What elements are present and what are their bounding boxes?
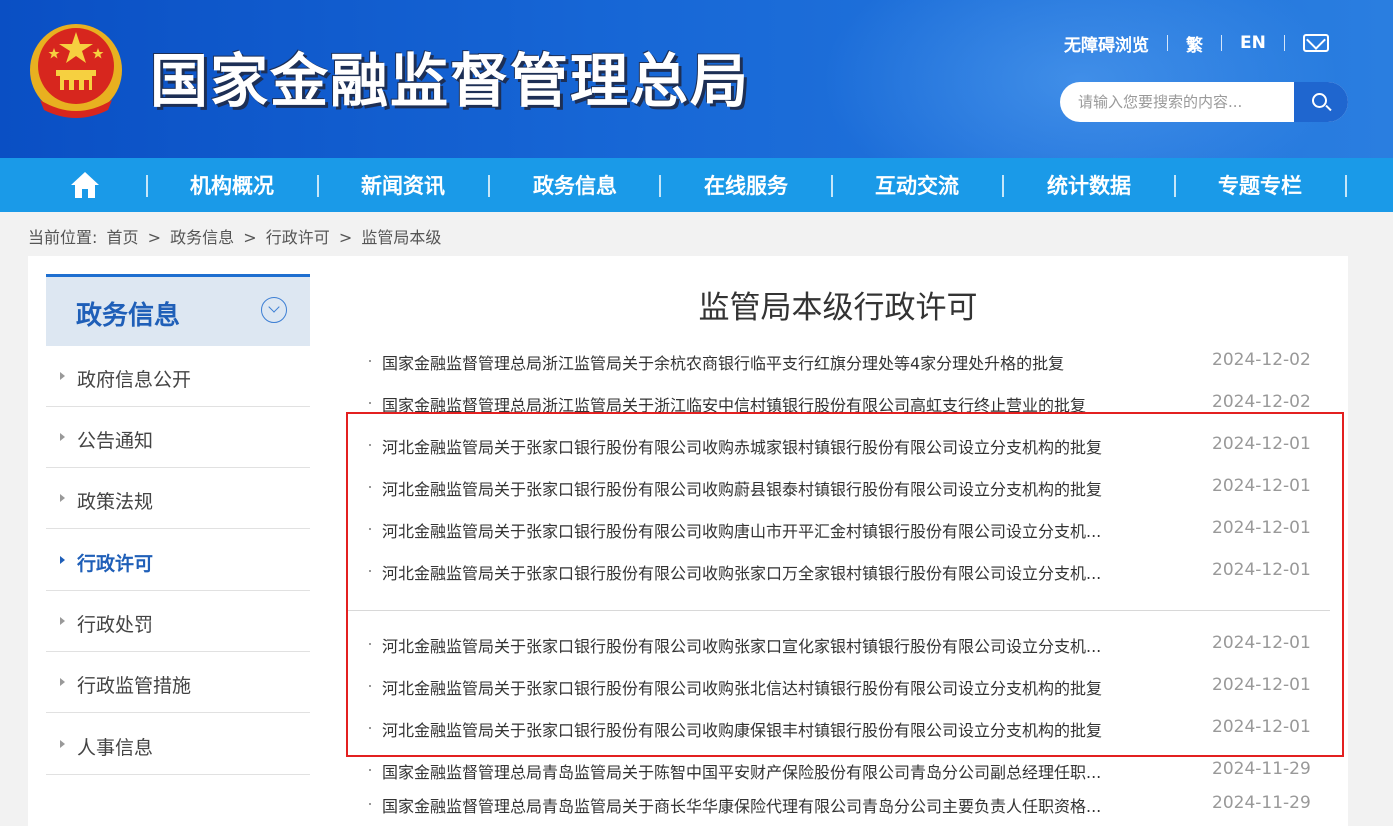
- caret-right-icon: [60, 617, 65, 625]
- sidebar-item-label: 行政监管措施: [77, 675, 192, 697]
- bullet-icon: [369, 803, 371, 805]
- sidebar-title: 政务信息: [76, 301, 181, 331]
- list-item-date: 2024-11-29: [1212, 793, 1311, 813]
- accessibility-link[interactable]: 无障碍浏览: [1064, 31, 1149, 56]
- top-links: 无障碍浏览 繁 EN: [1064, 30, 1329, 56]
- bullet-icon: [369, 769, 371, 771]
- nav-divider: [1174, 175, 1176, 197]
- caret-right-icon: [60, 372, 65, 380]
- page-title: 监管局本级行政许可: [698, 290, 978, 326]
- nav-divider: [1002, 175, 1004, 197]
- nav-divider: [317, 175, 319, 197]
- bullet-icon: [369, 360, 371, 362]
- caret-right-icon: [60, 433, 65, 441]
- sidebar-item-label: 行政处罚: [77, 614, 154, 636]
- list-item-date: 2024-12-02: [1212, 392, 1311, 412]
- header-glow: [820, 0, 1340, 158]
- sidebar-item-label: 行政许可: [77, 553, 154, 575]
- breadcrumb-separator: >: [147, 228, 162, 247]
- sidebar-item-admin-penalty[interactable]: 行政处罚: [46, 591, 310, 652]
- nav-divider: [1345, 175, 1347, 197]
- nav-divider: [146, 175, 148, 197]
- breadcrumb-government-info[interactable]: 政务信息: [170, 228, 234, 247]
- divider: [1283, 35, 1285, 51]
- list-item-date: 2024-12-02: [1212, 350, 1311, 370]
- nav-item-statistics[interactable]: 统计数据: [1014, 158, 1164, 212]
- search-input[interactable]: [1060, 82, 1294, 122]
- divider: [1221, 35, 1222, 51]
- nav-item-government-info[interactable]: 政务信息: [500, 158, 650, 212]
- site-header: 国家金融监督管理总局 无障碍浏览 繁 EN: [0, 0, 1393, 158]
- breadcrumb: 当前位置: 首页 > 政务信息 > 行政许可 > 监管局本级: [28, 224, 445, 248]
- main-nav: 机构概况 新闻资讯 政务信息 在线服务 互动交流 统计数据 专题专栏: [0, 158, 1393, 212]
- list-item-title[interactable]: 国家金融监督管理总局青岛监管局关于陈智中国平安财产保险股份有限公司青岛分公司副总…: [382, 759, 1142, 783]
- nav-item-special-topics[interactable]: 专题专栏: [1185, 158, 1335, 212]
- list-item-title[interactable]: 国家金融监督管理总局青岛监管局关于商长华华康保险代理有限公司青岛分公司主要负责人…: [382, 793, 1142, 817]
- bullet-icon: [369, 402, 371, 404]
- divider: [1167, 35, 1168, 51]
- highlight-box: [346, 412, 1344, 757]
- caret-right-icon: [60, 740, 65, 748]
- nav-item-about[interactable]: 机构概况: [157, 158, 307, 212]
- breadcrumb-prefix: 当前位置:: [28, 228, 98, 247]
- sidebar-item-label: 公告通知: [77, 430, 154, 452]
- search-button[interactable]: [1294, 82, 1348, 122]
- caret-right-icon: [60, 678, 65, 686]
- nav-divider: [488, 175, 490, 197]
- nav-divider: [659, 175, 661, 197]
- sidebar-item-label: 人事信息: [77, 737, 154, 759]
- national-emblem-icon[interactable]: [28, 18, 124, 122]
- mail-icon[interactable]: [1302, 34, 1329, 52]
- list-item-date: 2024-11-29: [1212, 759, 1311, 779]
- sidebar-header: 政务信息: [46, 274, 310, 346]
- sidebar-item-info-disclosure[interactable]: 政府信息公开: [46, 346, 310, 407]
- list-item-title[interactable]: 国家金融监督管理总局浙江监管局关于余杭农商银行临平支行红旗分理处等4家分理处升格…: [382, 350, 1142, 374]
- breadcrumb-separator: >: [243, 228, 257, 247]
- sidebar-item-label: 政策法规: [77, 491, 154, 513]
- caret-right-icon: [60, 556, 65, 564]
- nav-item-online-services[interactable]: 在线服务: [671, 158, 821, 212]
- site-title[interactable]: 国家金融监督管理总局: [150, 34, 750, 118]
- breadcrumb-current[interactable]: 监管局本级: [361, 228, 441, 247]
- english-link[interactable]: EN: [1240, 33, 1266, 53]
- nav-item-news[interactable]: 新闻资讯: [328, 158, 478, 212]
- list-item[interactable]: 国家金融监督管理总局浙江监管局关于余杭农商银行临平支行红旗分理处等4家分理处升格…: [366, 341, 1311, 383]
- list-item[interactable]: 国家金融监督管理总局青岛监管局关于商长华华康保险代理有限公司青岛分公司主要负责人…: [366, 784, 1311, 826]
- search-icon-handle: [1325, 104, 1332, 112]
- nav-divider: [831, 175, 833, 197]
- sidebar-item-announcements[interactable]: 公告通知: [46, 407, 310, 468]
- home-icon[interactable]: [70, 171, 100, 199]
- sidebar-item-label: 政府信息公开: [77, 369, 192, 391]
- breadcrumb-admin-license[interactable]: 行政许可: [266, 228, 330, 247]
- sidebar-item-admin-license[interactable]: 行政许可: [46, 530, 310, 591]
- sidebar-item-supervisory-measures[interactable]: 行政监管措施: [46, 652, 310, 713]
- sidebar-item-personnel[interactable]: 人事信息: [46, 714, 310, 775]
- nav-item-interaction[interactable]: 互动交流: [842, 158, 992, 212]
- caret-right-icon: [60, 494, 65, 502]
- sidebar-item-policies[interactable]: 政策法规: [46, 468, 310, 529]
- search-box: [1060, 82, 1348, 122]
- traditional-chinese-link[interactable]: 繁: [1186, 31, 1203, 56]
- chevron-down-icon[interactable]: [261, 297, 287, 323]
- breadcrumb-home[interactable]: 首页: [107, 228, 139, 247]
- breadcrumb-separator: >: [338, 228, 353, 247]
